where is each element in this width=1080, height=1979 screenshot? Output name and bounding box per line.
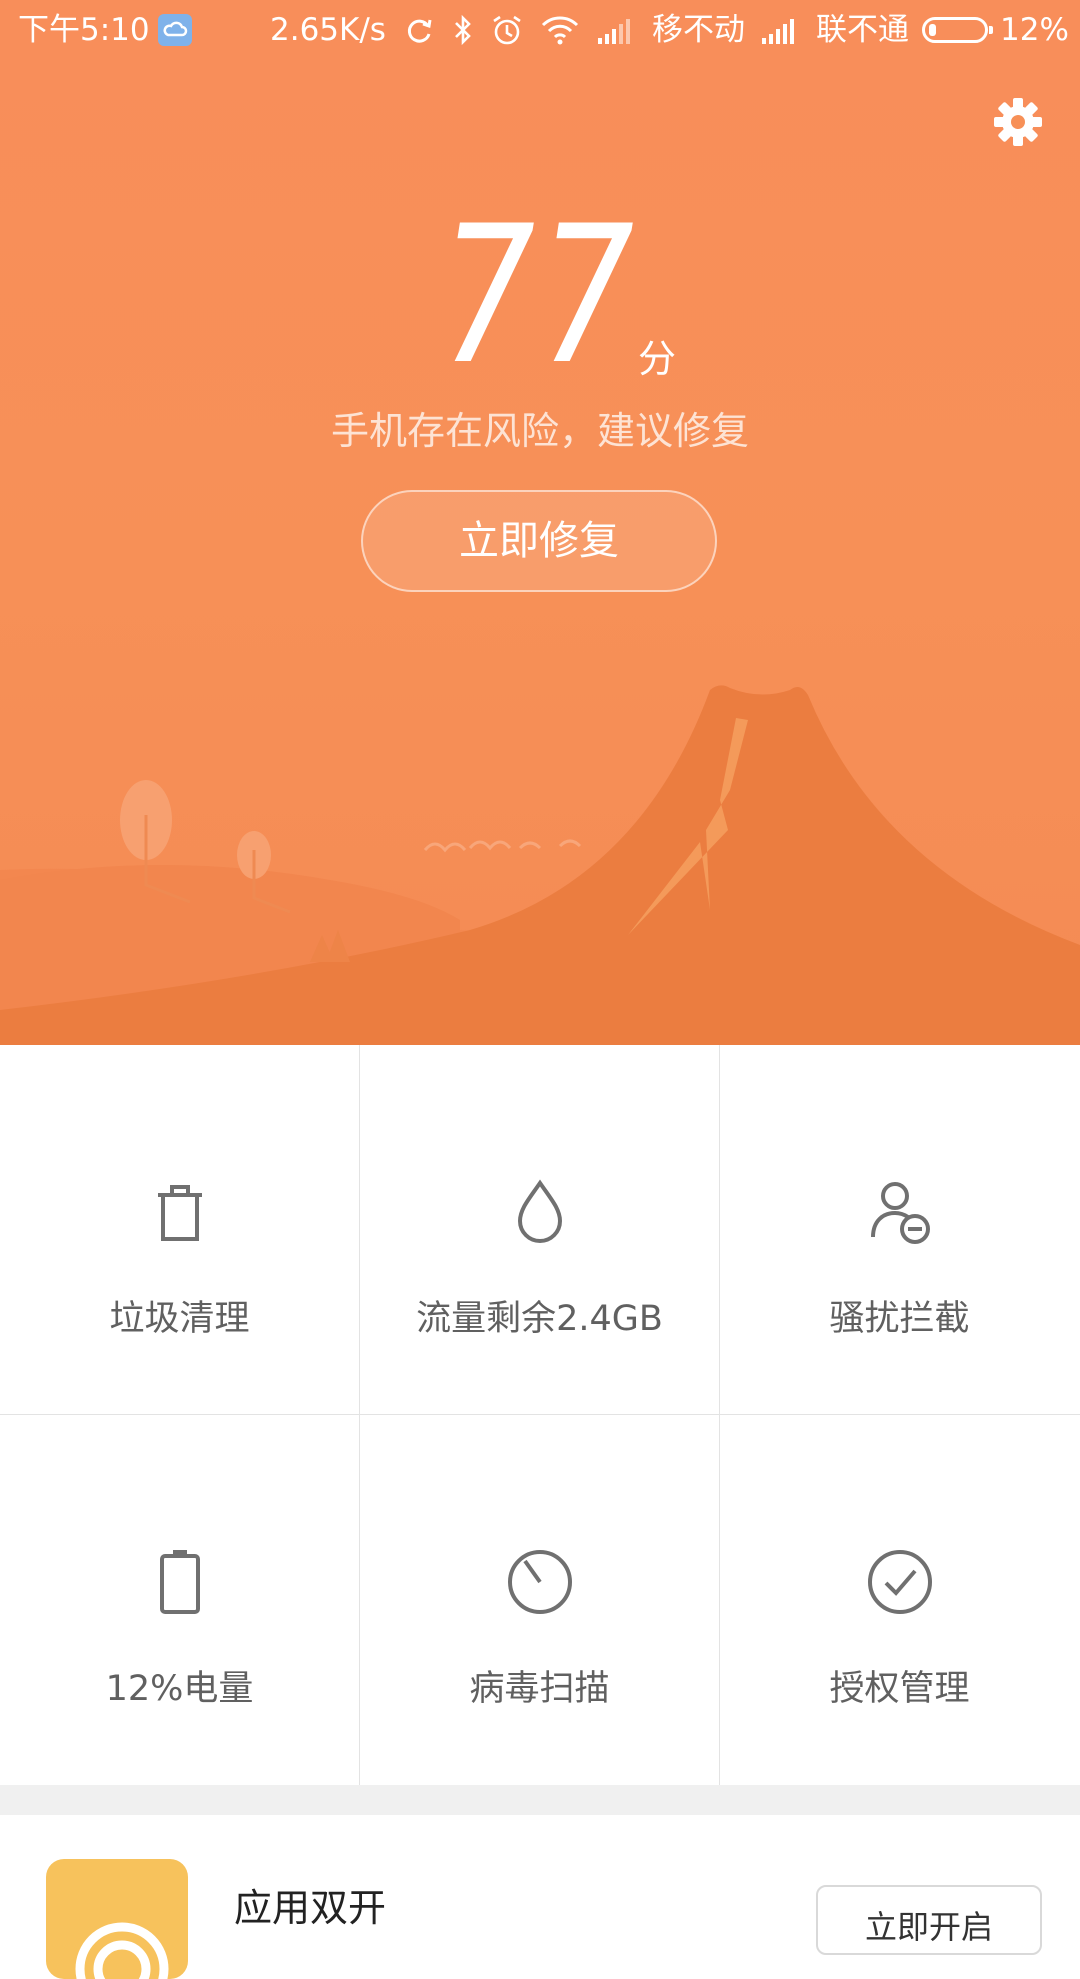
security-header: 下午5:10 2.65K/s 移不动 联不通 12% 77 分 手机存在风险，建… <box>0 0 1080 1045</box>
virus-scan-label: 病毒扫描 <box>469 1669 610 1709</box>
carrier-1: 移不动 <box>652 12 745 48</box>
battery-label: 12%电量 <box>105 1669 254 1709</box>
score-value: 77 <box>441 185 639 406</box>
dual-apps-icon <box>46 1859 188 1979</box>
user-block-icon <box>870 1182 930 1244</box>
virus-scan-tile[interactable]: 病毒扫描 <box>360 1415 719 1784</box>
dual-apps-card[interactable]: 应用双开 立即开启 <box>0 1815 1080 1979</box>
cleanup-tile[interactable]: 垃圾清理 <box>0 1045 359 1414</box>
harassment-block-tile[interactable]: 骚扰拦截 <box>720 1045 1079 1414</box>
permission-manager-tile[interactable]: 授权管理 <box>720 1415 1079 1784</box>
risk-message: 手机存在风险，建议修复 <box>330 409 749 453</box>
section-divider <box>0 1785 1080 1815</box>
harassment-block-label: 骚扰拦截 <box>829 1299 970 1339</box>
status-bar: 下午5:10 2.65K/s 移不动 联不通 12% <box>0 0 1080 62</box>
feature-grid: 垃圾清理 流量剩余2.4GB 骚扰拦截 12%电量 病毒扫描 授权管理 <box>0 1045 1080 1785</box>
battery-icon <box>922 17 993 43</box>
data-usage-label: 流量剩余2.4GB <box>416 1299 663 1339</box>
gear-icon[interactable] <box>990 94 1046 150</box>
carrier-2: 联不通 <box>816 12 909 48</box>
alarm-icon <box>493 15 521 45</box>
drop-icon <box>517 1179 562 1243</box>
battery-icon <box>159 1550 200 1614</box>
signal-icon-1 <box>598 19 630 44</box>
scan-icon <box>507 1550 572 1614</box>
sync-icon <box>407 19 432 43</box>
score-unit: 分 <box>638 337 677 381</box>
net-speed: 2.65K/s <box>270 12 386 48</box>
dual-apps-title: 应用双开 <box>234 1886 387 1930</box>
volcano-illustration <box>0 685 1080 1045</box>
cleanup-label: 垃圾清理 <box>109 1299 250 1339</box>
permission-manager-label: 授权管理 <box>829 1669 970 1709</box>
data-usage-tile[interactable]: 流量剩余2.4GB <box>360 1045 719 1414</box>
bluetooth-icon <box>455 14 471 46</box>
wifi-icon <box>541 16 579 45</box>
battery-percent: 12% <box>1000 12 1069 48</box>
cloud-icon <box>158 14 192 46</box>
signal-icon-2 <box>762 19 794 44</box>
battery-tile[interactable]: 12%电量 <box>0 1415 359 1784</box>
fix-now-button[interactable]: 立即修复 <box>361 490 717 592</box>
check-circle-icon <box>867 1550 932 1614</box>
trash-icon <box>157 1185 202 1241</box>
enable-now-button[interactable]: 立即开启 <box>816 1885 1042 1955</box>
security-score: 77 <box>0 196 1080 396</box>
status-time: 下午5:10 <box>18 12 150 48</box>
